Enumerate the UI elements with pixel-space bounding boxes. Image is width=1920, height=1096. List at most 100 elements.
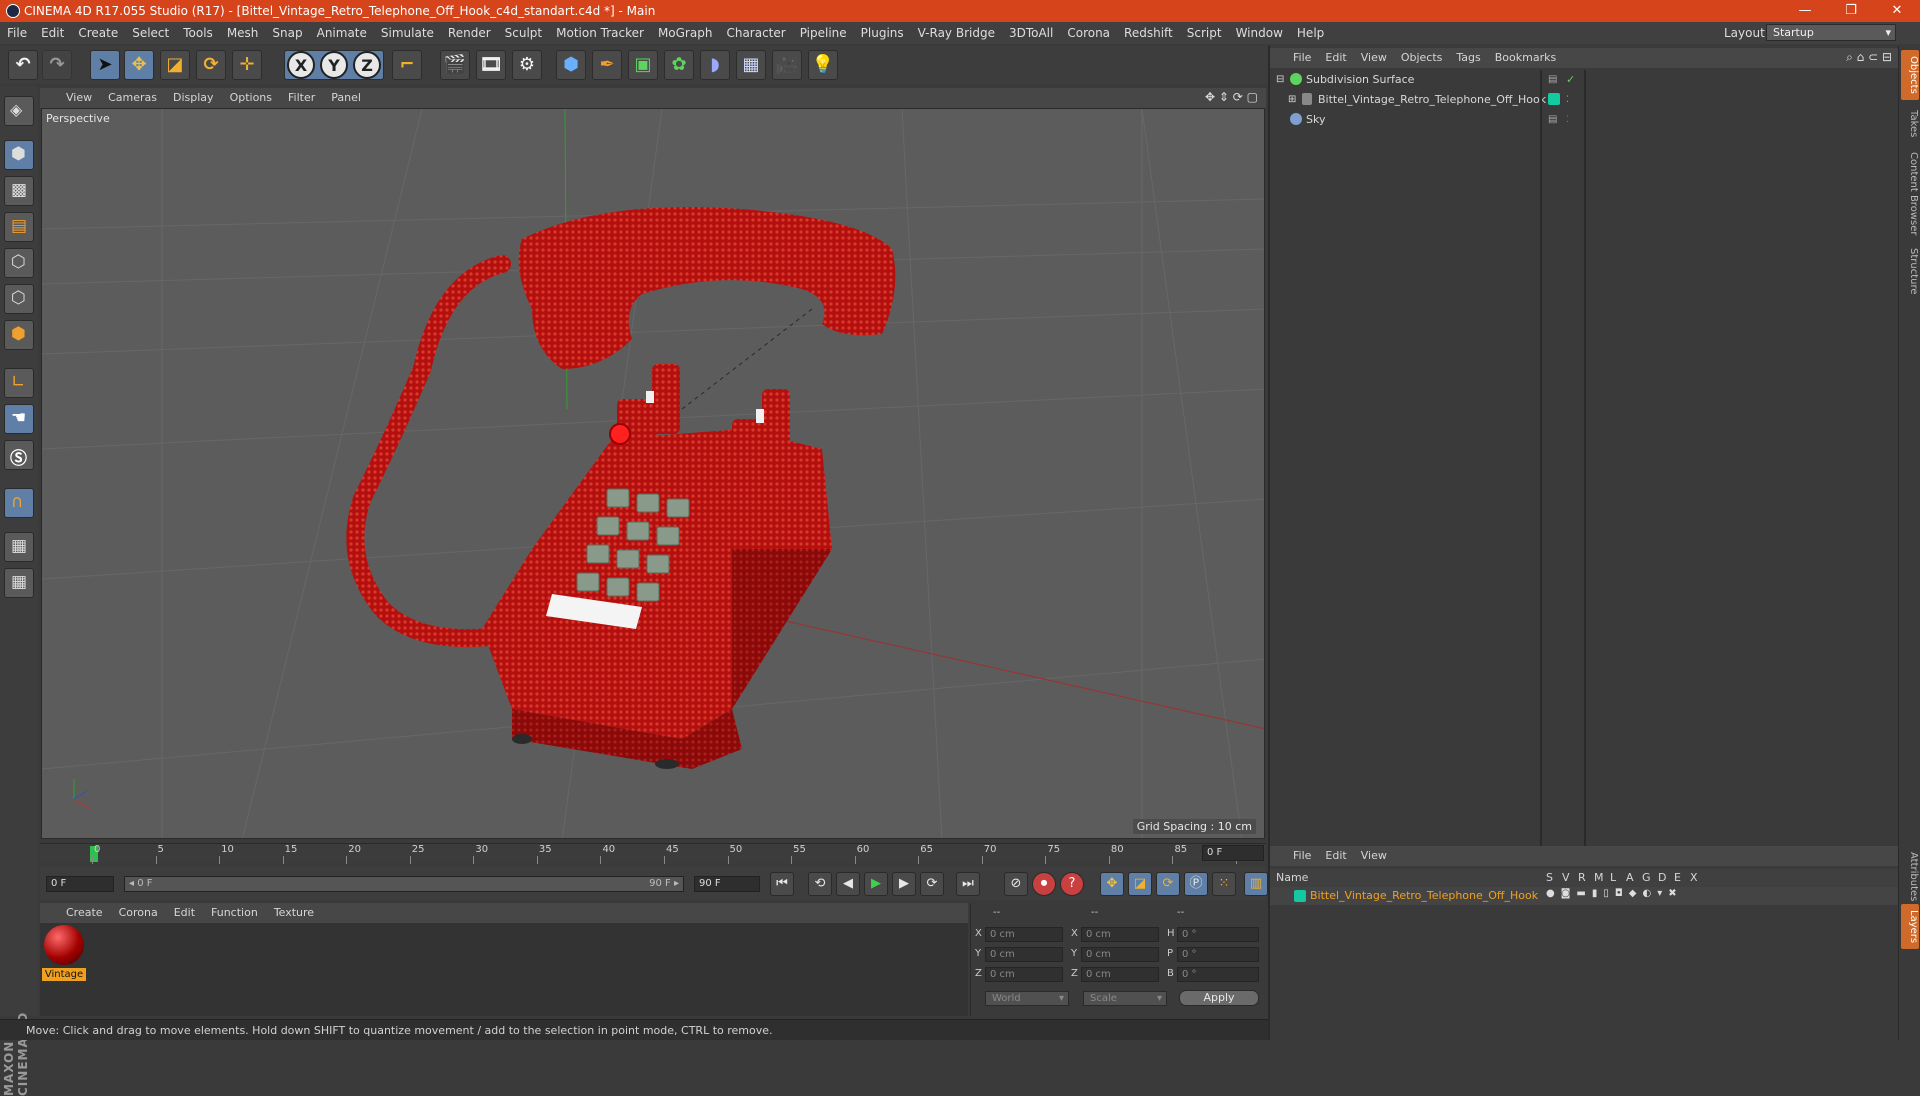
y-axis-button[interactable]: Y — [320, 51, 348, 79]
perspective-viewport[interactable]: Perspective Grid Spacing : 10 cm — [41, 108, 1265, 839]
timeline-ruler[interactable]: 051015202530354045505560657075808590 — [40, 843, 1266, 864]
layer-header-e[interactable]: E — [1674, 871, 1681, 884]
add-spline-pen-button[interactable]: ✒ — [592, 50, 622, 80]
material-menu-edit[interactable]: Edit — [166, 903, 203, 923]
previous-key-button[interactable]: ⟲ — [808, 872, 832, 896]
edges-mode-button[interactable]: ⬡ — [4, 284, 34, 314]
tab-objects[interactable]: Objects — [1901, 50, 1919, 100]
size-z-field[interactable]: 0 cm — [1081, 967, 1159, 982]
objects-menu-edit[interactable]: Edit — [1318, 48, 1353, 68]
column-divider[interactable] — [1584, 70, 1586, 860]
go-to-end-button[interactable]: ⏭ — [956, 872, 980, 896]
menu-animate[interactable]: Animate — [310, 22, 374, 44]
expand-icon[interactable]: ⊞ — [1288, 90, 1296, 110]
menu-create[interactable]: Create — [71, 22, 125, 44]
x-axis-button[interactable]: X — [287, 51, 315, 79]
menu-file[interactable]: File — [0, 22, 34, 44]
menu-corona[interactable]: Corona — [1060, 22, 1117, 44]
viewport-menu-filter[interactable]: Filter — [280, 88, 323, 108]
polygons-mode-button[interactable]: ⬢ — [4, 320, 34, 350]
menu-edit[interactable]: Edit — [34, 22, 71, 44]
rotation-b-field[interactable]: 0 ° — [1177, 967, 1259, 982]
close-button[interactable]: ✕ — [1874, 0, 1920, 22]
previous-frame-button[interactable]: ◀ — [836, 872, 860, 896]
magnet-tool-button[interactable]: ∩ — [4, 488, 34, 518]
coordinate-space-select[interactable]: World ▾ — [985, 991, 1069, 1006]
enabled-check-icon[interactable]: ✓ — [1566, 70, 1575, 90]
menu-mograph[interactable]: MoGraph — [651, 22, 720, 44]
add-camera-button[interactable]: 🎥 — [772, 50, 802, 80]
menu-mesh[interactable]: Mesh — [220, 22, 266, 44]
layer-header-s[interactable]: S — [1546, 871, 1553, 884]
tab-attributes[interactable]: Attributes — [1901, 846, 1919, 907]
timeline-window-button[interactable]: ▥ — [1244, 872, 1268, 896]
add-floor-button[interactable]: ▦ — [736, 50, 766, 80]
material-item[interactable]: Vintage — [40, 923, 90, 985]
minimize-button[interactable]: — — [1782, 0, 1828, 22]
add-deformer-button[interactable]: ◗ — [700, 50, 730, 80]
layer-header-l[interactable]: L — [1610, 871, 1616, 884]
next-frame-button[interactable]: ▶ — [892, 872, 916, 896]
layers-menu-edit[interactable]: Edit — [1318, 846, 1353, 866]
current-frame-field[interactable]: 0 F — [1202, 845, 1264, 861]
go-to-start-button[interactable]: ⏮ — [770, 872, 794, 896]
visibility-toggle-icon[interactable]: ▤ — [1548, 70, 1557, 90]
layer-header-g[interactable]: G — [1642, 871, 1651, 884]
menu-motion-tracker[interactable]: Motion Tracker — [549, 22, 651, 44]
objects-menu-objects[interactable]: Objects — [1394, 48, 1450, 68]
objects-menu-tags[interactable]: Tags — [1449, 48, 1487, 68]
layer-header-x[interactable]: X — [1690, 871, 1698, 884]
rotate-tool-button[interactable]: ⟳ — [196, 50, 226, 80]
viewport-nav-icons[interactable]: ✥ ⇕ ⟳ ▢ — [1205, 90, 1258, 104]
lock-workplane-button[interactable]: ▦ — [4, 532, 34, 562]
play-button[interactable]: ▶ — [864, 872, 888, 896]
layer-header-a[interactable]: A — [1626, 871, 1634, 884]
start-frame-field[interactable]: 0 F — [46, 876, 114, 892]
menu-snap[interactable]: Snap — [265, 22, 309, 44]
objects-menu-file[interactable]: File — [1286, 48, 1318, 68]
objects-menu-bookmarks[interactable]: Bookmarks — [1488, 48, 1563, 68]
objects-nav-icons[interactable]: ⌕ ⌂ ⊂ ⊟ — [1846, 50, 1892, 65]
menu-window[interactable]: Window — [1229, 22, 1290, 44]
material-menu-create[interactable]: Create — [58, 903, 111, 923]
menu-redshift[interactable]: Redshift — [1117, 22, 1180, 44]
menu-sculpt[interactable]: Sculpt — [498, 22, 549, 44]
live-selection-button[interactable]: ➤ — [90, 50, 120, 80]
layer-color-swatch[interactable] — [1548, 93, 1560, 105]
layers-menu-view[interactable]: View — [1354, 846, 1394, 866]
workplane-mode-button[interactable]: ▤ — [4, 212, 34, 242]
viewport-menu-panel[interactable]: Panel — [323, 88, 369, 108]
autokeying-button[interactable]: ? — [1060, 872, 1084, 896]
key-parameter-button[interactable]: Ⓟ — [1184, 872, 1208, 896]
add-light-button[interactable]: 💡 — [808, 50, 838, 80]
move-tool-button[interactable]: ✥ — [124, 50, 154, 80]
menu-tools[interactable]: Tools — [176, 22, 220, 44]
column-divider[interactable] — [1540, 70, 1542, 860]
visibility-dots-icon[interactable]: ⁚ — [1566, 90, 1569, 110]
objects-menu-view[interactable]: View — [1354, 48, 1394, 68]
size-mode-select[interactable]: Scale ▾ — [1083, 991, 1167, 1006]
menu-script[interactable]: Script — [1180, 22, 1229, 44]
recent-tool-button[interactable]: ✛ — [232, 50, 262, 80]
viewport-menu-display[interactable]: Display — [165, 88, 222, 108]
menu-pipeline[interactable]: Pipeline — [793, 22, 854, 44]
undo-button[interactable]: ↶ — [8, 50, 38, 80]
tab-structure[interactable]: Structure — [1901, 242, 1919, 301]
layer-header-v[interactable]: V — [1562, 871, 1570, 884]
record-keys-off-button[interactable]: ⊘ — [1004, 872, 1028, 896]
menu-render[interactable]: Render — [441, 22, 498, 44]
viewport-menu-view[interactable]: View — [58, 88, 100, 108]
render-picture-viewer-button[interactable]: 🎞 — [476, 50, 506, 80]
visibility-toggle-icon[interactable]: ▤ — [1548, 110, 1557, 130]
key-point-level-button[interactable]: ⁙ — [1212, 872, 1236, 896]
texture-mode-button[interactable]: ▩ — [4, 176, 34, 206]
apply-button[interactable]: Apply — [1179, 990, 1259, 1006]
position-y-field[interactable]: 0 cm — [985, 947, 1063, 962]
tab-content-browser[interactable]: Content Browser — [1901, 146, 1919, 241]
axis-mode-button[interactable]: ∟ — [4, 368, 34, 398]
menu-3dtoall[interactable]: 3DToAll — [1002, 22, 1060, 44]
layers-menu-file[interactable]: File — [1286, 846, 1318, 866]
layout-select[interactable]: Startup ▾ — [1766, 24, 1896, 41]
viewport-menu-options[interactable]: Options — [222, 88, 280, 108]
add-array-button[interactable]: ✿ — [664, 50, 694, 80]
